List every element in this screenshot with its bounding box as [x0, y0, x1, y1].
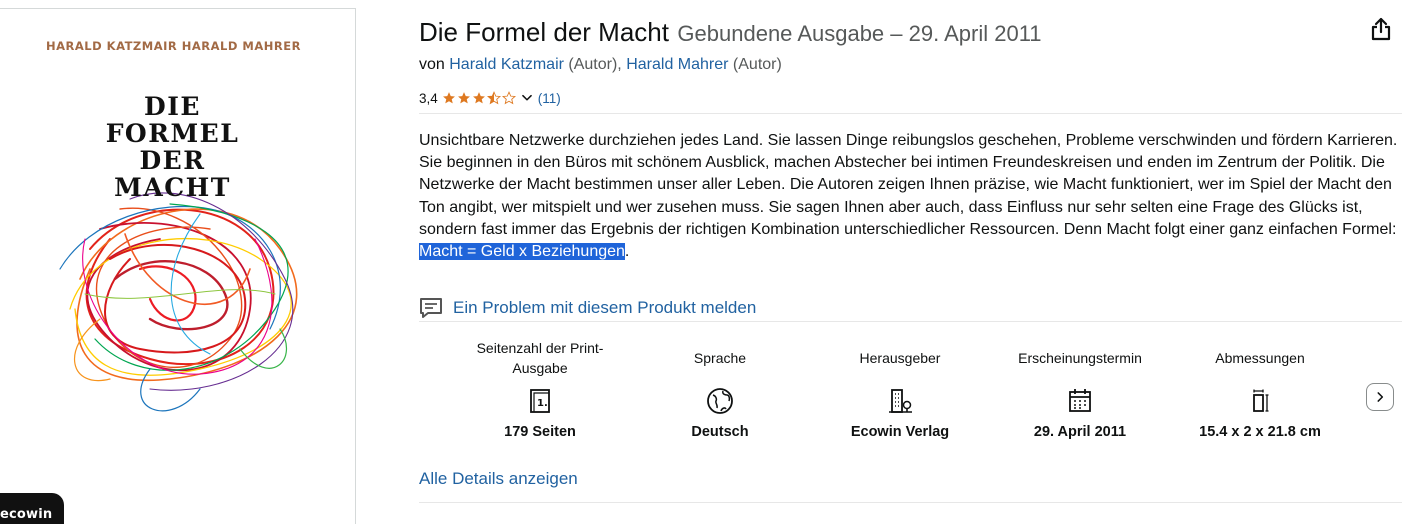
- share-button[interactable]: [1362, 10, 1400, 48]
- cover-authors: HARALD KATZMAIR HARALD MAHRER: [46, 39, 301, 53]
- star-rating[interactable]: [442, 91, 517, 105]
- detail-label: Abmessungen: [1215, 350, 1305, 366]
- calendar-icon: [1069, 389, 1091, 412]
- detail-label: Erscheinungstermin: [1018, 350, 1142, 366]
- cover-title-line: FORMEL: [105, 119, 240, 148]
- detail-value: 29. April 2011: [1033, 424, 1127, 440]
- description-highlight: Macht = Geld x Beziehungen: [419, 243, 625, 261]
- detail-label: Herausgeber: [859, 350, 941, 366]
- globe-icon: [707, 388, 733, 414]
- star-full-icon: [457, 92, 470, 104]
- divider: [419, 502, 1402, 503]
- author-role: (Autor),: [568, 56, 622, 73]
- detail-value: Ecowin Verlag: [850, 424, 950, 440]
- yarn-ball-illustration: [59, 192, 298, 412]
- detail-language: Sprache Deutsch: [630, 336, 810, 440]
- publisher-logo: ecowin: [0, 493, 64, 524]
- report-problem-label[interactable]: Ein Problem mit diesem Produkt melden: [453, 298, 756, 318]
- author-role: (Autor): [732, 56, 782, 73]
- detail-label: Seitenzahl der Print-Ausgabe: [476, 340, 604, 376]
- detail-print-length: Seitenzahl der Print-Ausgabe 1. 179 Seit…: [450, 336, 630, 440]
- description-end: .: [624, 243, 630, 261]
- chevron-right-icon: [1377, 392, 1384, 402]
- share-icon: [1371, 17, 1391, 41]
- cover-title-line: DIE: [144, 92, 201, 121]
- cover-title-line: MACHT: [114, 173, 231, 202]
- star-empty-icon: [501, 91, 516, 105]
- detail-label: Sprache: [693, 350, 747, 366]
- carousel-next-button[interactable]: [1366, 383, 1394, 411]
- detail-value: Deutsch: [691, 424, 749, 440]
- feedback-icon: [420, 298, 442, 318]
- rating-value: 3,4: [419, 90, 438, 106]
- product-edition: Gebundene Ausgabe – 29. April 2011: [677, 21, 1042, 46]
- dimensions-icon: [1253, 389, 1269, 412]
- divider: [419, 113, 1402, 114]
- detail-value: 179 Seiten: [504, 424, 576, 440]
- report-problem-link[interactable]: Ein Problem mit diesem Produkt melden: [419, 294, 756, 322]
- all-details-link[interactable]: Alle Details anzeigen: [419, 469, 578, 489]
- author-link-mahrer[interactable]: Harald Mahrer: [626, 56, 728, 73]
- cover-title-line: DER: [139, 146, 206, 175]
- byline-prefix: von: [419, 56, 445, 73]
- star-full-icon: [442, 92, 455, 104]
- rating-row[interactable]: 3,4 (11): [419, 89, 561, 107]
- star-half-icon: [486, 91, 501, 105]
- detail-publisher: Herausgeber Ecowin Verlag: [810, 336, 990, 440]
- building-icon: [889, 389, 912, 413]
- svg-text:1.: 1.: [537, 398, 548, 409]
- divider: [419, 321, 1402, 322]
- product-title-row: Die Formel der Macht Gebundene Ausgabe –…: [419, 17, 1042, 48]
- author-link-katzmair[interactable]: Harald Katzmair: [449, 56, 564, 73]
- chevron-down-icon[interactable]: [520, 91, 534, 105]
- byline: von Harald Katzmair (Autor), Harald Mahr…: [419, 56, 782, 74]
- detail-value: 15.4 x 2 x 21.8 cm: [1199, 424, 1321, 440]
- book-cover-image[interactable]: HARALD KATZMAIR HARALD MAHRER DIE FORMEL…: [0, 8, 356, 524]
- detail-dimensions: Abmessungen 15.4 x 2 x 21.8 cm: [1170, 336, 1350, 440]
- rating-count-link[interactable]: (11): [538, 91, 561, 106]
- book-pages-icon: 1.: [530, 389, 550, 413]
- product-title: Die Formel der Macht: [419, 17, 669, 47]
- detail-publication-date: Erscheinungstermin 29. April 2011: [990, 336, 1170, 440]
- star-full-icon: [472, 92, 485, 104]
- product-description: Unsichtbare Netzwerke durchziehen jedes …: [419, 130, 1404, 263]
- product-details-carousel: Seitenzahl der Print-Ausgabe 1. 179 Seit…: [419, 336, 1402, 466]
- description-text: Unsichtbare Netzwerke durchziehen jedes …: [419, 132, 1398, 238]
